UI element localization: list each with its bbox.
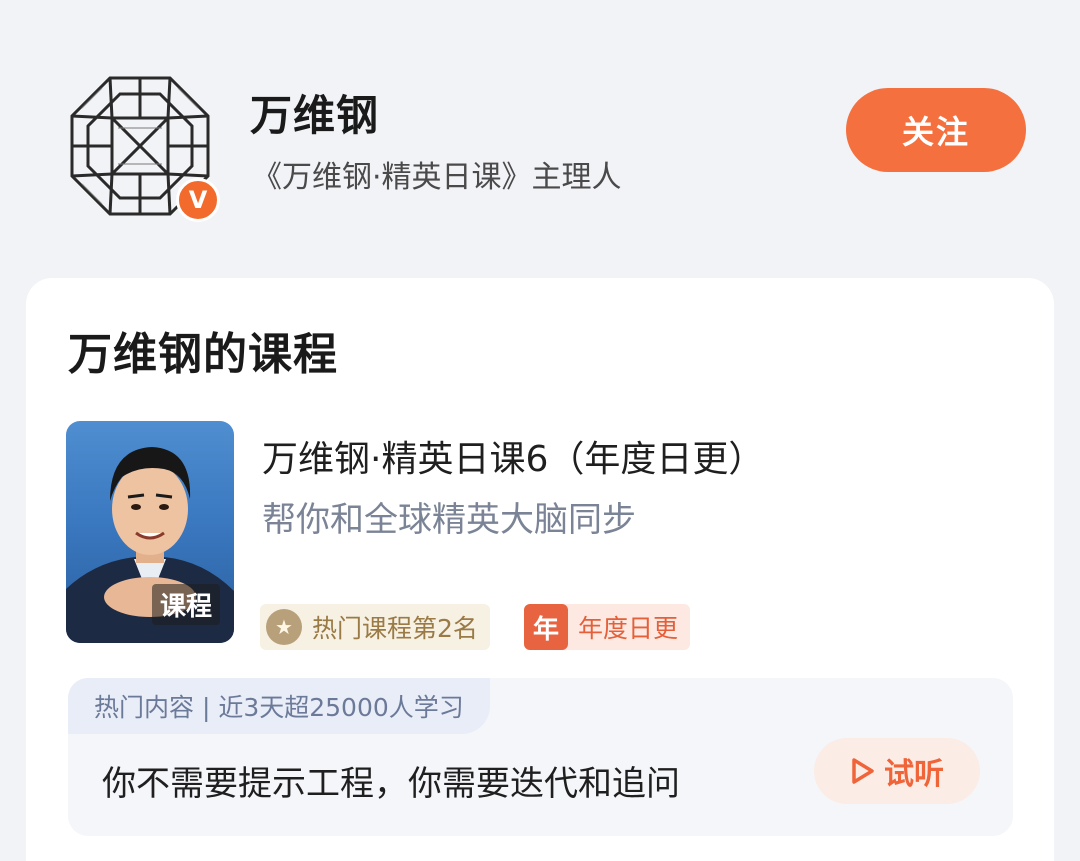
update-tag: 年 年度日更: [524, 604, 691, 650]
hot-content-header: 热门内容 | 近3天超25000人学习: [68, 678, 490, 734]
course-title[interactable]: 万维钢·精英日课6（年度日更）: [262, 430, 764, 482]
rank-tag: ★ 热门课程第2名: [260, 604, 490, 650]
course-subtitle: 帮你和全球精英大脑同步: [262, 500, 636, 540]
update-tag-label: 年度日更: [578, 614, 679, 643]
listen-label: 试听: [884, 757, 944, 792]
rank-tag-label: 热门课程第2名: [312, 614, 478, 643]
cover-badge: 课程: [151, 584, 220, 625]
course-cover[interactable]: 课程: [66, 421, 234, 643]
follow-button[interactable]: 关注: [846, 88, 1026, 172]
author-role: 《万维钢·精英日课》主理人: [252, 160, 622, 195]
author-name[interactable]: 万维钢: [250, 82, 379, 143]
medal-icon: ★: [266, 609, 302, 645]
hot-content-panel[interactable]: 热门内容 | 近3天超25000人学习 你不需要提示工程，你需要迭代和追问 试听: [68, 678, 1013, 836]
verified-badge: V: [176, 178, 220, 222]
hot-content-title[interactable]: 你不需要提示工程，你需要迭代和追问: [102, 756, 680, 805]
listen-button[interactable]: 试听: [814, 738, 980, 804]
section-title: 万维钢的课程: [68, 329, 338, 380]
play-icon: [850, 756, 876, 786]
year-icon: 年: [524, 604, 568, 650]
